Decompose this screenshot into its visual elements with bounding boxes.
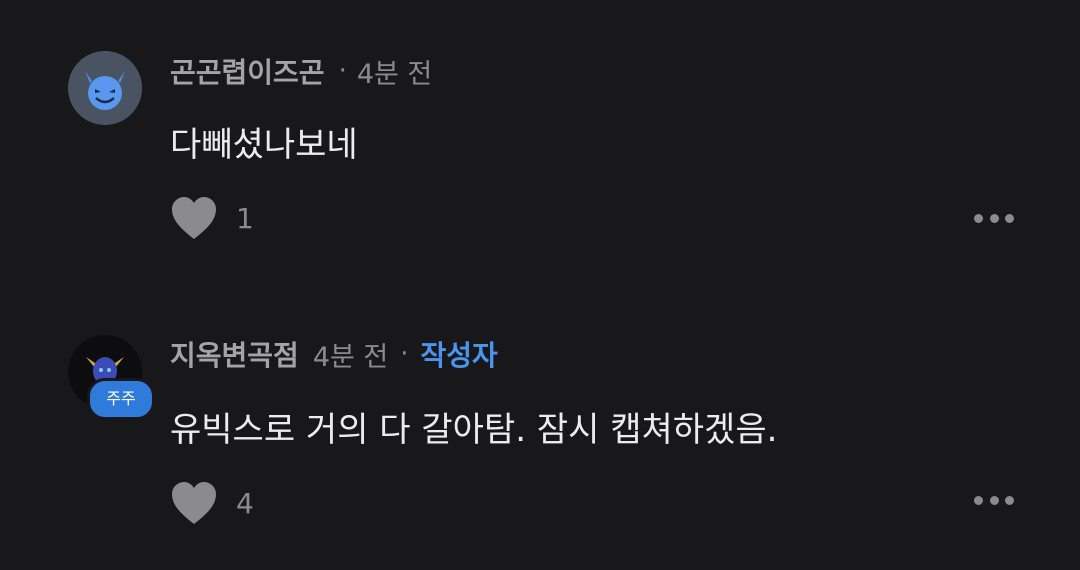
more-dot (989, 213, 999, 223)
comment-body: 다빼셨나보네 (170, 125, 358, 165)
more-dot (974, 213, 983, 223)
like-button[interactable]: 4 (170, 480, 254, 526)
comment-meta: 곤곤렵이즈곤 · 4분 전 (170, 51, 432, 91)
more-dot (989, 495, 999, 505)
avatar-badge: 주주 (87, 378, 155, 420)
username[interactable]: 지옥변곡점 (170, 334, 299, 374)
like-count: 4 (236, 486, 254, 520)
timestamp: 4분 전 (356, 58, 433, 90)
comment-meta: 지옥변곡점 4분 전 · 작성자 (170, 334, 498, 374)
comment-body: 유빅스로 거의 다 갈아탐. 잠시 캡쳐하겠음. (170, 410, 778, 450)
more-dot (974, 495, 983, 505)
avatar[interactable] (68, 51, 142, 125)
like-button[interactable]: 1 (170, 195, 254, 241)
comment-item: 주주 지옥변곡점 4분 전 · 작성자 유빅스로 거의 다 갈아탐. 잠시 캡쳐… (0, 285, 1080, 570)
blue-devil-emoji-icon (68, 51, 142, 125)
more-dot (1005, 213, 1014, 223)
heart-icon (172, 482, 216, 524)
like-count: 1 (236, 201, 254, 235)
more-dot (1005, 495, 1014, 505)
comment-item: 곤곤렵이즈곤 · 4분 전 다빼셨나보네 1 (0, 0, 1080, 285)
separator-dot: · (400, 339, 409, 369)
timestamp: 4분 전 (312, 341, 389, 373)
author-label: 작성자 (420, 339, 498, 372)
more-options-icon[interactable] (974, 490, 1014, 510)
more-options-icon[interactable] (974, 208, 1014, 228)
separator-dot: · (338, 56, 347, 86)
heart-icon (172, 197, 216, 239)
username[interactable]: 곤곤렵이즈곤 (170, 51, 325, 91)
